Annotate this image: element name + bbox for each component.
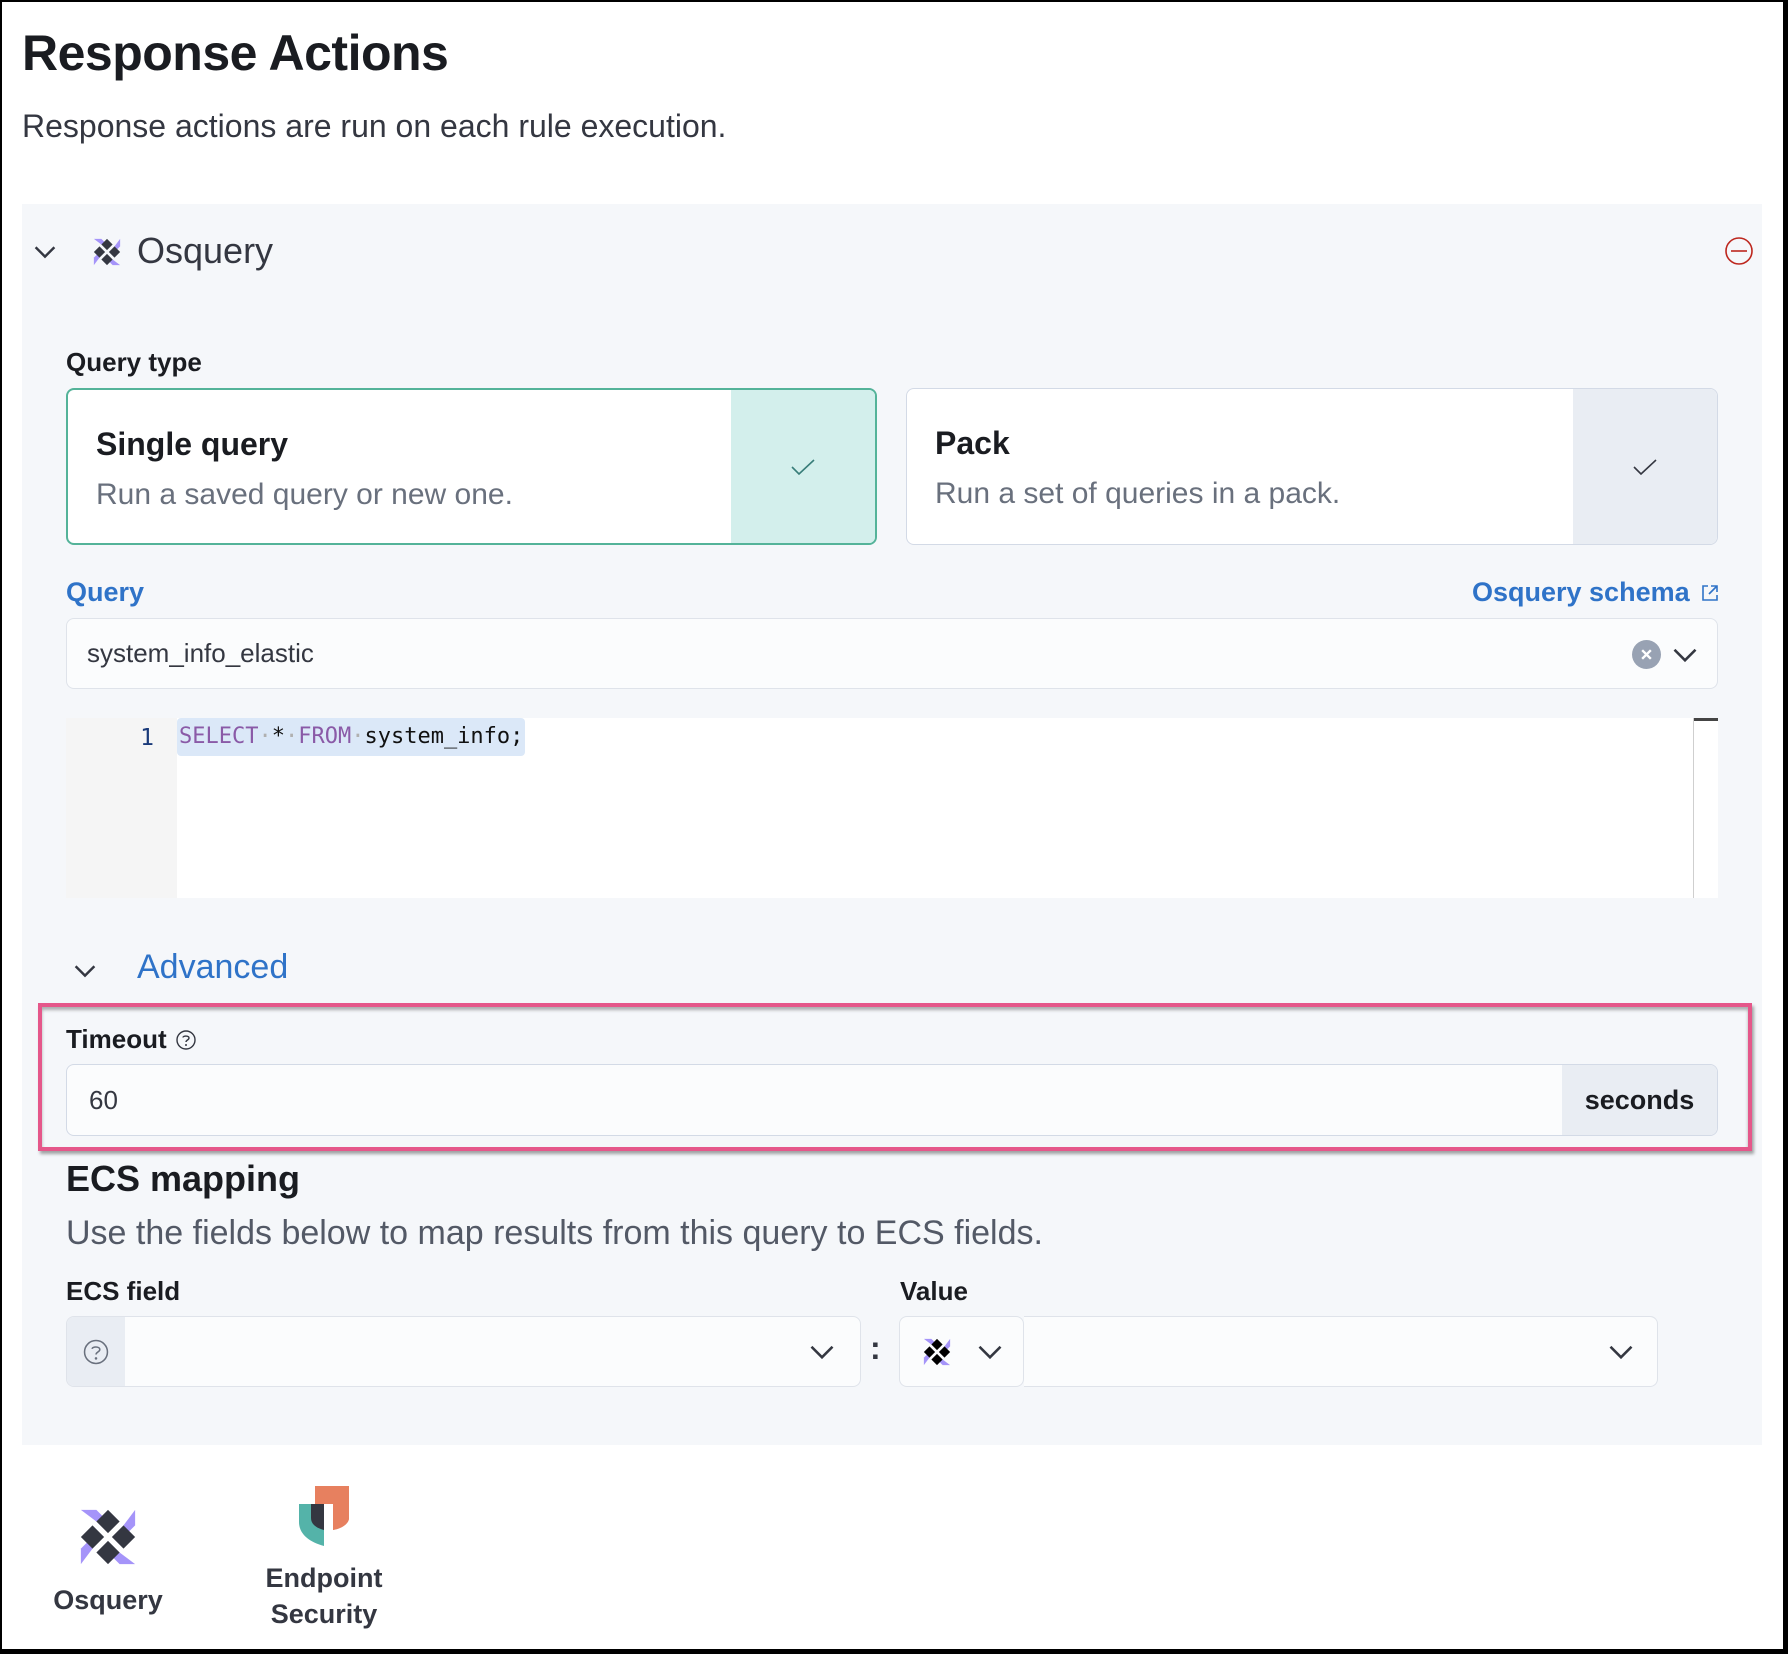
action-name: Osquery	[137, 230, 274, 271]
selected-query-value: system_info_elastic	[87, 638, 314, 668]
osquery-schema-link[interactable]: Osquery schema	[1472, 577, 1720, 608]
question-in-circle-icon[interactable]	[175, 1029, 197, 1051]
osquery-logo-icon	[923, 1338, 951, 1366]
action-type-label-line2: Security	[270, 1599, 378, 1629]
card-description: Run a set of queries in a pack.	[935, 477, 1341, 510]
chevron-down-icon[interactable]	[1671, 641, 1699, 669]
code-star: *	[271, 724, 285, 749]
query-type-label: Query type	[66, 347, 202, 377]
timeout-input[interactable]	[67, 1065, 1564, 1135]
clear-selection-icon[interactable]	[1632, 640, 1661, 669]
ecs-field-help[interactable]	[67, 1317, 125, 1386]
timeout-unit-addon: seconds	[1562, 1065, 1717, 1135]
card-title: Pack	[935, 425, 1010, 461]
query-code-editor[interactable]: 1 SELECT·*·FROM·system_info;	[66, 718, 1718, 898]
ecs-field-combobox[interactable]	[66, 1316, 861, 1387]
editor-scrollbar[interactable]	[1693, 718, 1694, 898]
code-line[interactable]: SELECT·*·FROM·system_info;	[177, 718, 526, 756]
card-check-area[interactable]	[731, 390, 875, 543]
whitespace-dot: ·	[351, 724, 365, 749]
chevron-down-icon[interactable]	[976, 1338, 1004, 1366]
advanced-chevron-icon[interactable]	[70, 955, 100, 985]
chevron-down-icon[interactable]	[1607, 1338, 1635, 1366]
card-title: Single query	[96, 426, 289, 462]
endpoint-security-icon	[299, 1486, 349, 1546]
whitespace-dot: ·	[284, 724, 299, 749]
osquery-schema-link-text: Osquery schema	[1472, 577, 1690, 607]
ecs-mapping-description: Use the fields below to map results from…	[66, 1214, 1043, 1252]
timeout-field: seconds	[66, 1064, 1718, 1136]
whitespace-dot: ·	[258, 724, 272, 749]
value-combobox[interactable]	[1024, 1316, 1658, 1387]
action-type-osquery[interactable]: Osquery	[18, 1500, 198, 1618]
query-type-single-query-card[interactable]: Single query Run a saved query or new on…	[66, 388, 877, 545]
action-type-endpoint-security[interactable]: Endpoint Security	[234, 1486, 414, 1632]
editor-gutter: 1	[66, 718, 177, 898]
external-link-icon	[1701, 584, 1718, 601]
line-number: 1	[140, 725, 154, 751]
chevron-down-icon[interactable]	[808, 1338, 836, 1366]
page-subtitle: Response actions are run on each rule ex…	[22, 108, 727, 144]
timeout-label: Timeout	[66, 1024, 167, 1054]
editor-scrollbar-thumb[interactable]	[1694, 718, 1718, 721]
page-title: Response Actions	[22, 25, 449, 81]
mapping-separator: :	[870, 1330, 881, 1366]
code-keyword-from: FROM	[298, 724, 352, 749]
remove-action-icon[interactable]	[1724, 236, 1754, 266]
query-label: Query	[66, 577, 145, 607]
action-type-label-line1: Endpoint	[265, 1563, 383, 1593]
code-keyword-select: SELECT	[179, 724, 259, 749]
query-type-pack-card[interactable]: Pack Run a set of queries in a pack.	[906, 388, 1718, 545]
osquery-logo-icon	[80, 1509, 136, 1565]
osquery-logo-icon	[93, 238, 121, 266]
card-description: Run a saved query or new one.	[96, 478, 513, 511]
timeout-label-row: Timeout	[66, 1024, 197, 1055]
ecs-mapping-title: ECS mapping	[66, 1158, 301, 1199]
collapse-chevron-icon[interactable]	[30, 236, 60, 266]
code-table-name: system_info;	[364, 724, 524, 749]
card-check-area[interactable]	[1573, 389, 1717, 544]
action-type-label: Osquery	[53, 1585, 163, 1615]
saved-query-combobox[interactable]: system_info_elastic	[66, 618, 1718, 689]
value-type-selector[interactable]	[899, 1316, 1024, 1387]
question-in-circle-icon	[83, 1339, 109, 1364]
check-icon	[791, 458, 815, 475]
advanced-toggle[interactable]: Advanced	[137, 948, 288, 987]
value-label: Value	[900, 1276, 968, 1306]
check-icon	[1633, 458, 1657, 475]
ecs-field-label: ECS field	[66, 1276, 181, 1306]
